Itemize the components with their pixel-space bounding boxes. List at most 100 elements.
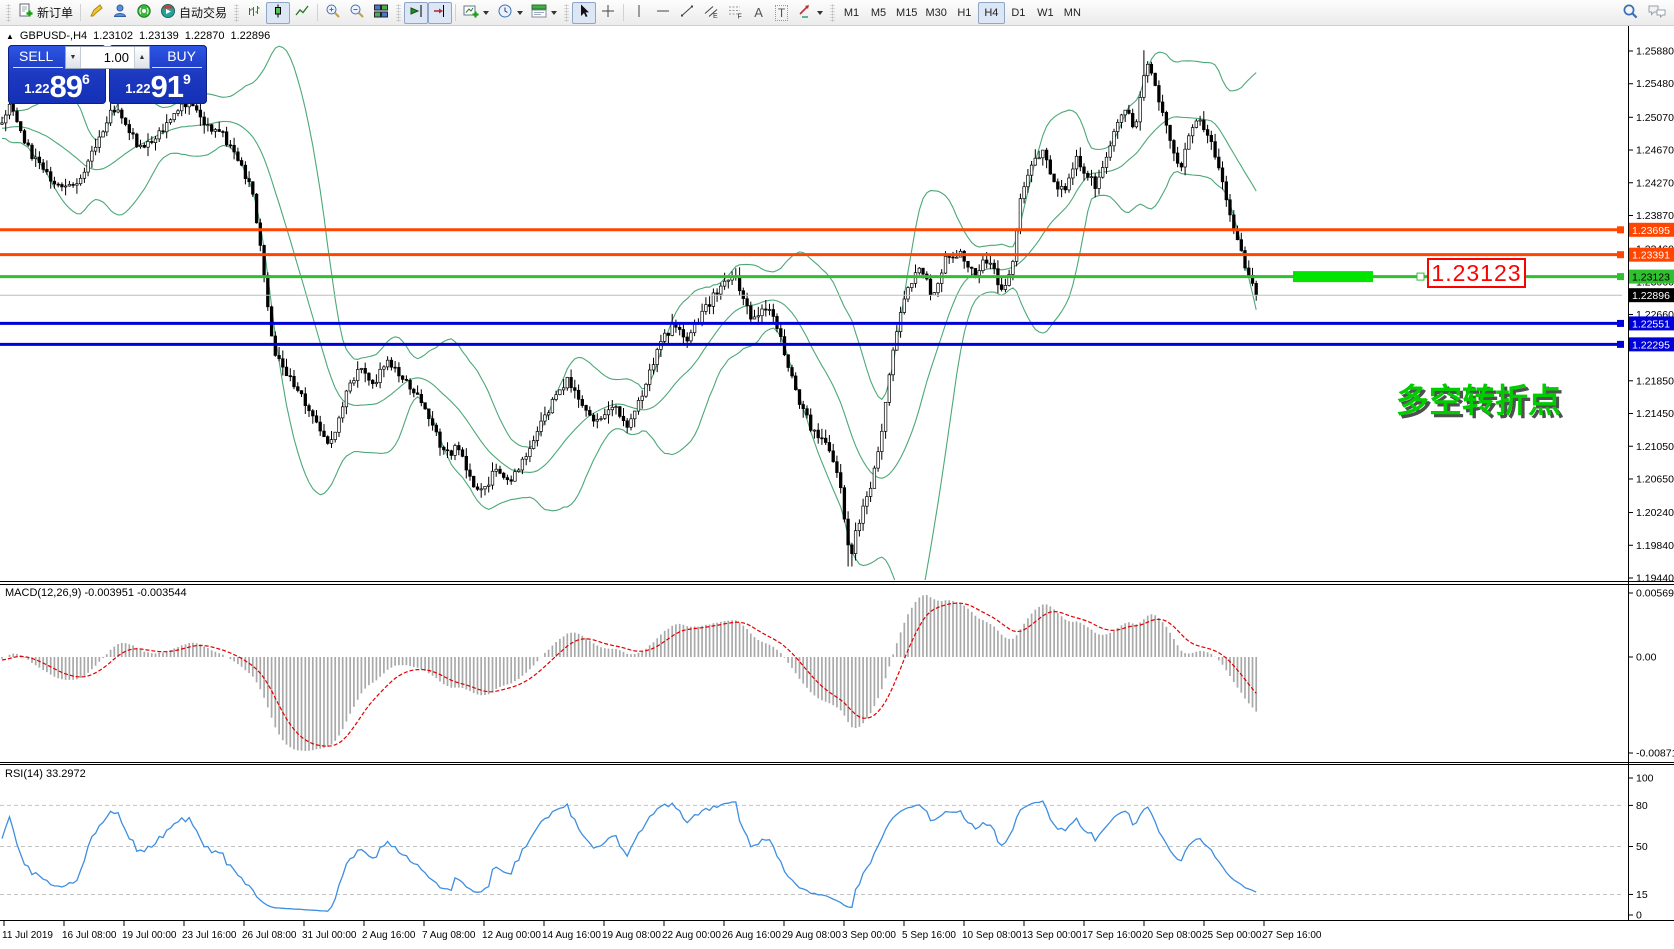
- text-tool-button[interactable]: A: [747, 2, 770, 24]
- svg-text:5 Sep 16:00: 5 Sep 16:00: [902, 930, 956, 941]
- trendline-tool-button[interactable]: [675, 2, 699, 24]
- cursor-icon: [576, 3, 592, 22]
- separator: [317, 4, 318, 21]
- svg-text:23 Jul 16:00: 23 Jul 16:00: [182, 930, 237, 941]
- new-order-label: 新订单: [37, 4, 73, 21]
- timeframe-w1-button[interactable]: W1: [1032, 2, 1059, 24]
- timeframe-h1-button[interactable]: H1: [951, 2, 978, 24]
- buy-label: BUY: [167, 48, 196, 64]
- vertical-line-icon: [631, 3, 647, 22]
- divider: [13, 67, 63, 68]
- chevron-down-icon: [483, 11, 489, 15]
- crosshair-button[interactable]: [596, 2, 620, 24]
- svg-text:80: 80: [1636, 800, 1648, 812]
- svg-text:1.23391: 1.23391: [1632, 250, 1670, 262]
- toolbar-grip[interactable]: [234, 4, 239, 22]
- sell-price-small: 1.22: [24, 81, 49, 96]
- svg-text:1.24270: 1.24270: [1636, 177, 1674, 189]
- equidistant-channel-tool-button[interactable]: E: [699, 2, 723, 24]
- separator: [80, 4, 81, 21]
- close-value: 1.22896: [230, 30, 270, 42]
- chevron-down-icon: [817, 11, 823, 15]
- toolbar-grip[interactable]: [830, 4, 835, 22]
- chevron-down-icon: [517, 11, 523, 15]
- svg-text:-0.008717: -0.008717: [1636, 748, 1674, 760]
- zoom-out-icon: [349, 3, 365, 22]
- buy-price-big: 91: [151, 73, 183, 100]
- vertical-line-tool-button[interactable]: [627, 2, 651, 24]
- svg-text:1.25070: 1.25070: [1636, 112, 1674, 124]
- horizontal-line-icon: [655, 3, 671, 22]
- timeframe-mn-button[interactable]: MN: [1059, 2, 1086, 24]
- toolbar: 新订单 自动交易 E F A T: [0, 0, 1674, 26]
- indicators-list-icon: [531, 3, 547, 22]
- price-annotation-box[interactable]: 1.23123: [1427, 258, 1526, 288]
- profiles-button[interactable]: [493, 2, 527, 24]
- line-chart-button[interactable]: [290, 2, 314, 24]
- trendline-icon: [679, 3, 695, 22]
- bar-chart-button[interactable]: [242, 2, 266, 24]
- arrows-tool-button[interactable]: [793, 2, 827, 24]
- svg-text:1.22295: 1.22295: [1632, 339, 1670, 351]
- svg-text:1.23123: 1.23123: [1632, 272, 1670, 284]
- svg-text:14 Aug 16:00: 14 Aug 16:00: [542, 930, 601, 941]
- volume-input[interactable]: 1.00: [81, 47, 134, 68]
- svg-text:100: 100: [1636, 773, 1654, 785]
- tile-windows-icon: [373, 3, 389, 22]
- zoom-in-button[interactable]: [321, 2, 345, 24]
- timeframe-m30-button[interactable]: M30: [921, 2, 950, 24]
- toolbar-grip[interactable]: [396, 4, 401, 22]
- chart-area[interactable]: 1.258801.254801.250701.246701.242701.238…: [0, 0, 1674, 949]
- timeframe-m15-button[interactable]: M15: [892, 2, 921, 24]
- turning-point-annotation[interactable]: 多空转折点: [1396, 374, 1561, 422]
- timeframe-m5-button[interactable]: M5: [865, 2, 892, 24]
- zoom-out-button[interactable]: [345, 2, 369, 24]
- search-button[interactable]: [1618, 2, 1643, 24]
- svg-text:26 Aug 16:00: 26 Aug 16:00: [722, 930, 781, 941]
- toolbar-grip[interactable]: [564, 4, 569, 22]
- svg-text:1.23870: 1.23870: [1636, 210, 1674, 222]
- low-value: 1.22870: [185, 30, 225, 42]
- indicators-list-button[interactable]: [527, 2, 561, 24]
- bar-chart-icon: [246, 3, 262, 22]
- timeframe-m1-button[interactable]: M1: [838, 2, 865, 24]
- signal-button[interactable]: [132, 2, 156, 24]
- toolbar-grip[interactable]: [6, 4, 11, 22]
- chat-button[interactable]: [1643, 2, 1671, 24]
- new-chart-button[interactable]: [459, 2, 493, 24]
- auto-trading-button[interactable]: 自动交易: [156, 2, 231, 24]
- new-order-button[interactable]: 新订单: [14, 2, 77, 24]
- search-icon: [1622, 3, 1639, 23]
- svg-text:1.19840: 1.19840: [1636, 540, 1674, 552]
- sell-price-big: 89: [50, 73, 82, 100]
- svg-text:19 Aug 08:00: 19 Aug 08:00: [602, 930, 661, 941]
- cursor-button[interactable]: [572, 2, 596, 24]
- highlighter-button[interactable]: [84, 2, 108, 24]
- toolbar-right-group: [1618, 2, 1671, 24]
- auto-scroll-button[interactable]: [404, 2, 428, 24]
- sell-price-sup: 6: [82, 71, 90, 87]
- highlighter-icon: [88, 3, 104, 22]
- fibonacci-tool-button[interactable]: F: [723, 2, 747, 24]
- new-order-icon: [18, 3, 34, 22]
- svg-text:0: 0: [1636, 910, 1642, 922]
- timeframe-h4-button[interactable]: H4: [978, 2, 1005, 24]
- label-tool-button[interactable]: T: [770, 2, 793, 24]
- svg-text:0.005692: 0.005692: [1636, 588, 1674, 600]
- horizontal-line-tool-button[interactable]: [651, 2, 675, 24]
- svg-text:19 Jul 00:00: 19 Jul 00:00: [122, 930, 177, 941]
- chart-shift-button[interactable]: [428, 2, 452, 24]
- chat-icon: [1647, 3, 1667, 22]
- text-tool-icon: A: [754, 5, 763, 20]
- candlestick-chart-button[interactable]: [266, 2, 290, 24]
- svg-text:1.21450: 1.21450: [1636, 408, 1674, 420]
- svg-text:1.24670: 1.24670: [1636, 145, 1674, 157]
- volume-decrease-button[interactable]: ▼: [66, 47, 81, 68]
- svg-text:10 Sep 08:00: 10 Sep 08:00: [962, 930, 1022, 941]
- timeframe-d1-button[interactable]: D1: [1005, 2, 1032, 24]
- svg-text:25 Sep 00:00: 25 Sep 00:00: [1202, 930, 1262, 941]
- profile-button[interactable]: [108, 2, 132, 24]
- tile-windows-button[interactable]: [369, 2, 393, 24]
- svg-text:0.00: 0.00: [1636, 652, 1657, 664]
- volume-increase-button[interactable]: ▲: [134, 47, 149, 68]
